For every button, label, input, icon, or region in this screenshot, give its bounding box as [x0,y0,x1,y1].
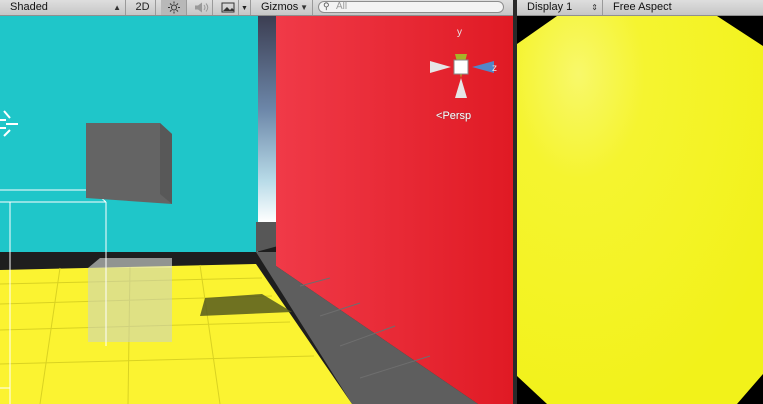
projection-label: Persp [442,110,472,122]
aspect-dropdown[interactable]: Free Aspect [607,0,763,15]
speaker-icon [195,2,209,13]
scene-effects-toggle[interactable] [217,0,239,15]
updown-arrow-icon: ⇕ [591,3,598,12]
scene-viewport[interactable]: y z [0,16,513,404]
display-dropdown[interactable]: Display 1 ⇕ [517,0,603,15]
skybox [256,16,278,222]
selected-cube-top [88,258,172,268]
shading-mode-dropdown[interactable]: Shaded ▲ [0,0,126,15]
game-view[interactable] [517,16,763,404]
game-viewport [517,16,763,404]
shading-mode-label: Shaded [10,1,48,13]
scene-view-toolbar: Shaded ▲ 2D ▼ Gizmos ▼ ⚲ All [0,0,513,16]
dropdown-arrow-icon: ▼ [241,5,248,12]
projection-toggle[interactable]: <Persp [436,110,471,122]
image-icon [221,2,235,13]
search-placeholder: All [336,1,348,12]
gizmo-center-cube[interactable] [453,59,469,75]
aspect-label: Free Aspect [613,1,672,13]
gizmos-dropdown[interactable]: Gizmos ▼ [255,0,313,15]
gizmos-label: Gizmos [261,1,299,13]
sun-icon [168,1,180,14]
scene-lighting-toggle[interactable] [161,0,187,15]
search-icon: ⚲ [323,1,330,11]
dark-cube-side [160,123,172,204]
yellow-sphere [517,16,763,404]
selected-cube[interactable] [88,268,172,342]
background-floor [256,222,278,252]
scene-view[interactable]: y z <Persp [0,16,513,404]
scene-audio-toggle[interactable] [187,0,213,15]
scene-search-input[interactable]: ⚲ All [318,1,504,13]
dropdown-arrow-icon: ▼ [300,3,308,12]
gizmo-z-label: z [492,63,497,74]
2d-mode-toggle[interactable]: 2D [130,0,156,15]
effects-dropdown-button[interactable]: ▼ [239,0,251,15]
dropdown-arrow-icon: ▲ [113,3,121,12]
game-view-toolbar: Display 1 ⇕ Free Aspect [517,0,763,16]
display-label: Display 1 [527,1,573,13]
gizmo-y-label: y [457,27,462,38]
dark-cube[interactable] [86,123,172,204]
